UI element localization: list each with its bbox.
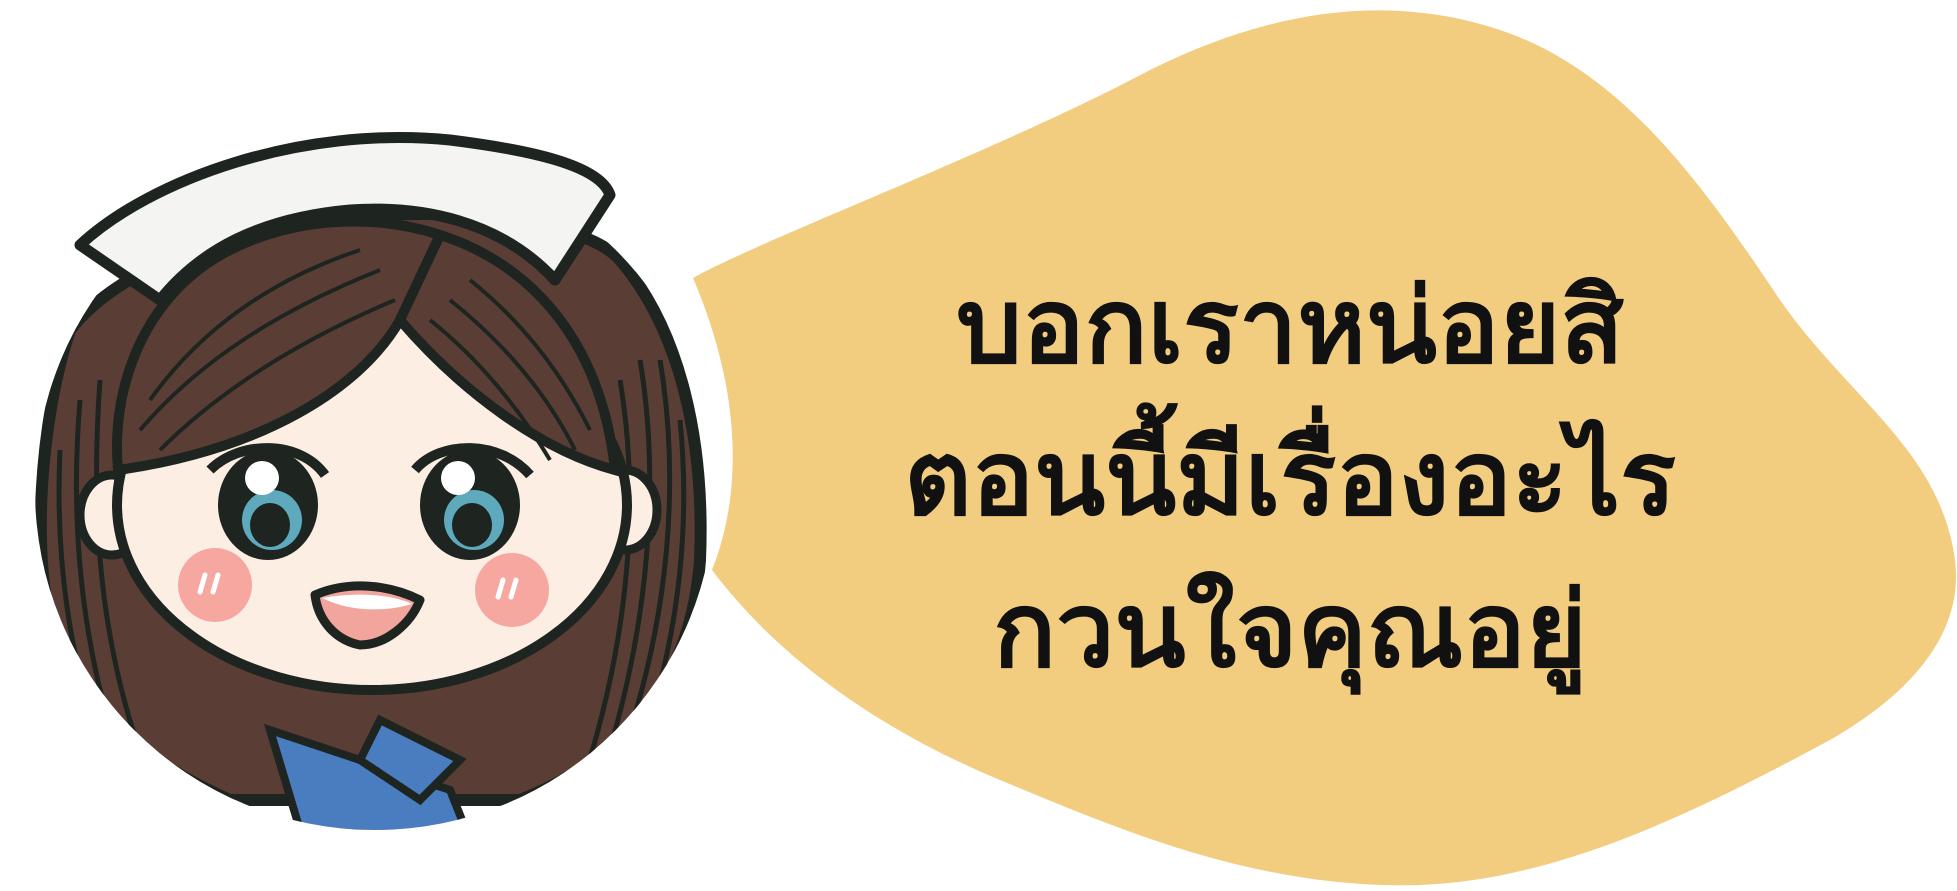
message-line-3: กวนใจคุณอยู่	[993, 569, 1587, 691]
message-line-2: ตอนนี้มีเรื่องอะไร	[904, 417, 1676, 539]
speech-bubble-text: บอกเราหน่อยสิ ตอนนี้มีเรื่องอะไร กวนใจคุ…	[860, 250, 1720, 706]
illustration-canvas: บอกเราหน่อยสิ ตอนนี้มีเรื่องอะไร กวนใจคุ…	[0, 0, 1957, 891]
message-line-1: บอกเราหน่อยสิ	[956, 265, 1624, 387]
nurse-avatar	[35, 132, 707, 830]
